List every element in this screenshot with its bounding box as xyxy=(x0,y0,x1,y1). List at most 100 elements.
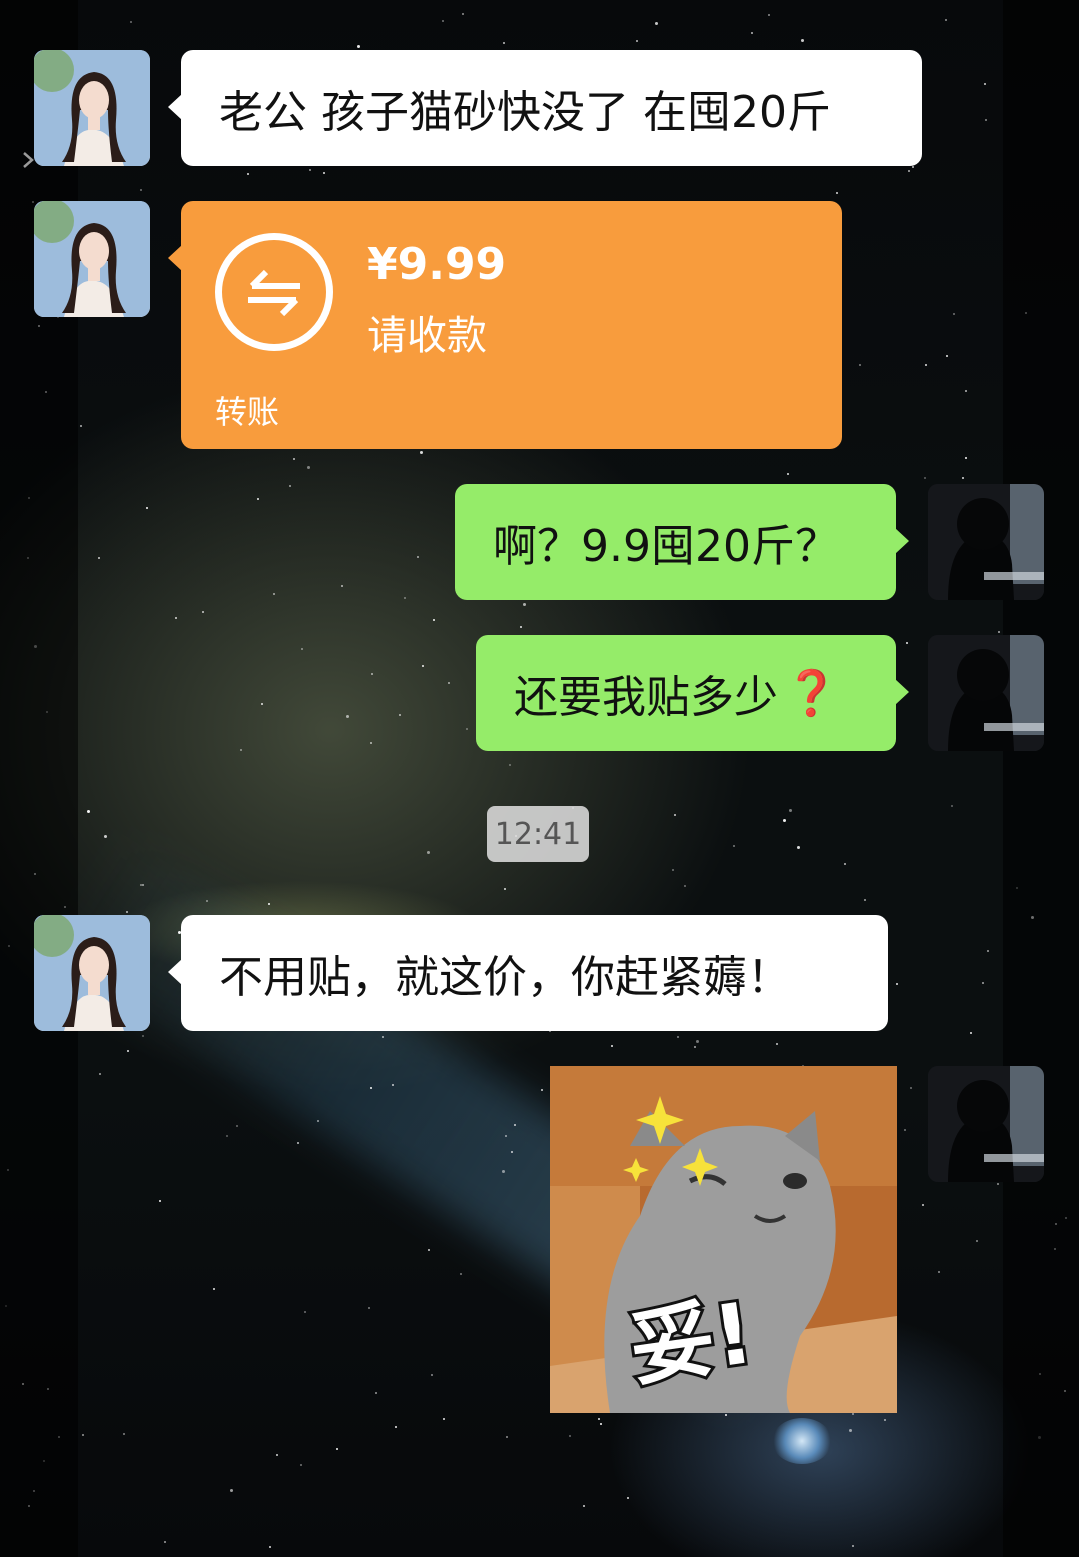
star xyxy=(87,810,90,813)
star xyxy=(428,1249,430,1251)
star xyxy=(226,1135,228,1137)
star xyxy=(797,846,800,849)
winking-cat-sticker-image: 妥! xyxy=(550,1066,897,1413)
star xyxy=(672,869,674,871)
question-mark-emoji: ❓ xyxy=(784,668,839,719)
star xyxy=(910,1087,912,1089)
transfer-card[interactable]: ¥9.99 请收款 转账 xyxy=(168,201,842,449)
star xyxy=(789,809,792,812)
star xyxy=(317,1120,319,1122)
star xyxy=(431,1374,433,1376)
star xyxy=(965,457,967,459)
star xyxy=(924,477,926,479)
star xyxy=(912,166,914,168)
star xyxy=(399,714,401,716)
star xyxy=(509,764,511,766)
star xyxy=(392,1084,394,1086)
message-bubble-incoming[interactable]: 不用贴，就这价，你赶紧薅！ xyxy=(168,915,888,1031)
star xyxy=(569,1435,571,1437)
star xyxy=(307,466,310,469)
star xyxy=(82,1434,84,1436)
cat-sticker[interactable]: 妥! xyxy=(550,1066,897,1413)
star xyxy=(852,1413,854,1415)
star xyxy=(598,1418,600,1420)
star xyxy=(965,390,967,392)
star xyxy=(395,1426,397,1428)
star xyxy=(261,703,263,705)
star xyxy=(443,1418,445,1420)
star xyxy=(375,1392,377,1394)
star xyxy=(520,626,522,628)
star xyxy=(130,21,132,23)
star xyxy=(382,1036,384,1038)
star xyxy=(946,355,948,357)
contact-avatar[interactable] xyxy=(34,201,150,317)
star xyxy=(99,1073,101,1075)
star xyxy=(346,715,349,718)
star xyxy=(636,40,638,42)
message-text: 不用贴，就这价，你赶紧薅！ xyxy=(219,952,791,1003)
star xyxy=(504,888,506,890)
star xyxy=(301,648,303,650)
star xyxy=(985,119,987,121)
star xyxy=(300,1464,302,1466)
user-avatar[interactable] xyxy=(928,635,1044,751)
star xyxy=(142,884,144,886)
star xyxy=(951,805,953,807)
star xyxy=(987,950,989,952)
star xyxy=(213,1288,215,1290)
star xyxy=(462,13,464,15)
star xyxy=(127,1050,129,1052)
star xyxy=(371,673,373,675)
star xyxy=(175,617,177,619)
star xyxy=(787,473,789,475)
star xyxy=(962,477,964,479)
star xyxy=(922,1204,924,1206)
star xyxy=(206,900,208,902)
star xyxy=(733,845,735,847)
message-bubble-outgoing[interactable]: 还要我贴多少 ❓ xyxy=(476,635,909,751)
star xyxy=(859,364,861,366)
star xyxy=(323,172,325,174)
star xyxy=(938,1271,940,1273)
star xyxy=(404,597,406,599)
woman-portrait-icon xyxy=(34,50,150,166)
star xyxy=(433,619,435,621)
star xyxy=(422,665,424,667)
star xyxy=(751,32,753,34)
star xyxy=(523,603,526,606)
star xyxy=(506,1436,508,1438)
star xyxy=(684,885,686,887)
user-avatar[interactable] xyxy=(928,1066,1044,1182)
woman-portrait-icon xyxy=(34,201,150,317)
star xyxy=(240,749,242,751)
star xyxy=(268,903,270,905)
star xyxy=(336,1448,338,1450)
star xyxy=(696,1040,699,1043)
star xyxy=(627,1497,629,1499)
star xyxy=(677,1036,679,1038)
contact-avatar[interactable] xyxy=(34,50,150,166)
star xyxy=(768,14,770,16)
star xyxy=(725,1414,727,1416)
star xyxy=(541,1089,543,1091)
star xyxy=(655,22,658,25)
star xyxy=(611,1045,613,1047)
star xyxy=(852,1545,854,1547)
star xyxy=(230,1489,233,1492)
transfer-arrows-icon xyxy=(215,233,333,351)
message-bubble-incoming[interactable]: 老公 孩子猫砂快没了 在囤20斤 xyxy=(168,50,922,166)
star xyxy=(341,585,343,587)
star xyxy=(126,911,128,913)
star xyxy=(427,851,430,854)
star xyxy=(998,631,1000,633)
star xyxy=(80,425,82,427)
star xyxy=(417,556,419,558)
star xyxy=(953,313,955,315)
star xyxy=(906,642,908,644)
message-bubble-outgoing[interactable]: 啊？9.9囤20斤？ xyxy=(455,484,909,600)
star xyxy=(600,1423,602,1425)
user-avatar[interactable] xyxy=(928,484,1044,600)
star xyxy=(140,189,142,191)
contact-avatar[interactable] xyxy=(34,915,150,1031)
